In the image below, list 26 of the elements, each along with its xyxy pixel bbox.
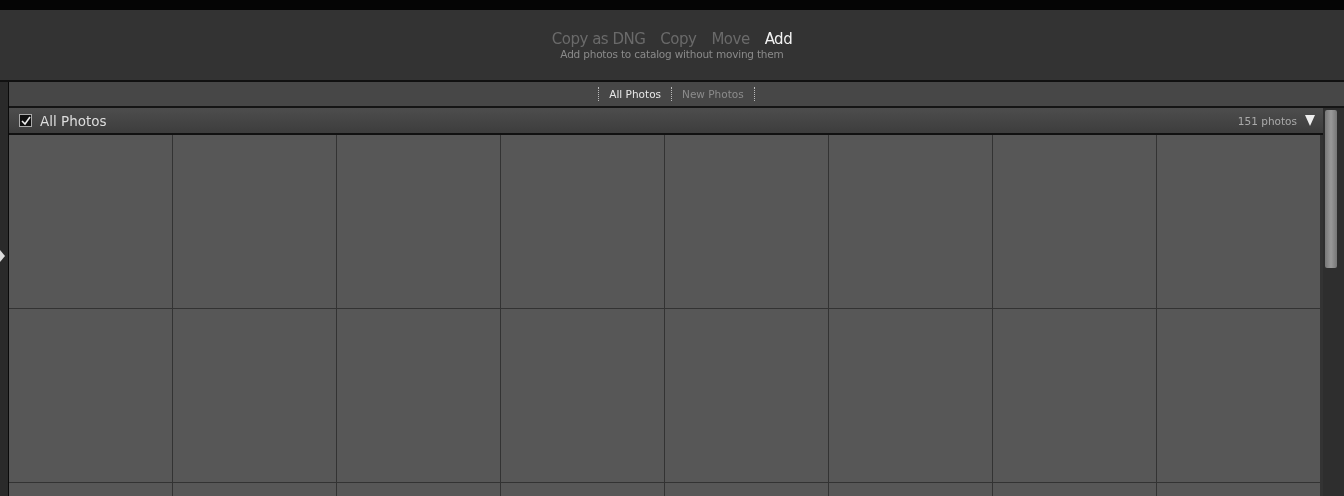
- thumbnail-cell[interactable]: [337, 309, 500, 482]
- thumbnail-cell[interactable]: [173, 135, 336, 308]
- thumbnail-cell[interactable]: [173, 309, 336, 482]
- filter-tab[interactable]: New Photos: [671, 87, 755, 101]
- thumbnail-cell[interactable]: [1157, 309, 1320, 482]
- thumbnail-cell[interactable]: [993, 135, 1156, 308]
- thumbnail-cell[interactable]: [9, 309, 172, 482]
- scrollbar[interactable]: [1323, 108, 1344, 496]
- thumbnail-cell[interactable]: [337, 135, 500, 308]
- thumbnail-cell[interactable]: [993, 309, 1156, 482]
- dropdown-triangle-icon[interactable]: [1305, 115, 1315, 126]
- thumbnail-cell[interactable]: [665, 135, 828, 308]
- mode-description: Add photos to catalog without moving them: [560, 48, 784, 60]
- thumbnail-cell[interactable]: [1157, 135, 1320, 308]
- filter-tab[interactable]: All Photos: [598, 87, 672, 101]
- thumbnail-cell[interactable]: [501, 135, 664, 308]
- thumbnail-cell[interactable]: [829, 309, 992, 482]
- thumbnail-cell[interactable]: [829, 135, 992, 308]
- thumbnail-cell[interactable]: [665, 309, 828, 482]
- thumbnail-cell[interactable]: [501, 309, 664, 482]
- checkbox[interactable]: [19, 114, 32, 127]
- import-mode-tab[interactable]: Add: [764, 30, 793, 48]
- photo-count: 151 photos: [1237, 114, 1297, 127]
- section-title: All Photos: [40, 112, 108, 129]
- expand-arrow-icon[interactable]: [0, 250, 5, 262]
- thumbnail-cell[interactable]: [9, 135, 172, 308]
